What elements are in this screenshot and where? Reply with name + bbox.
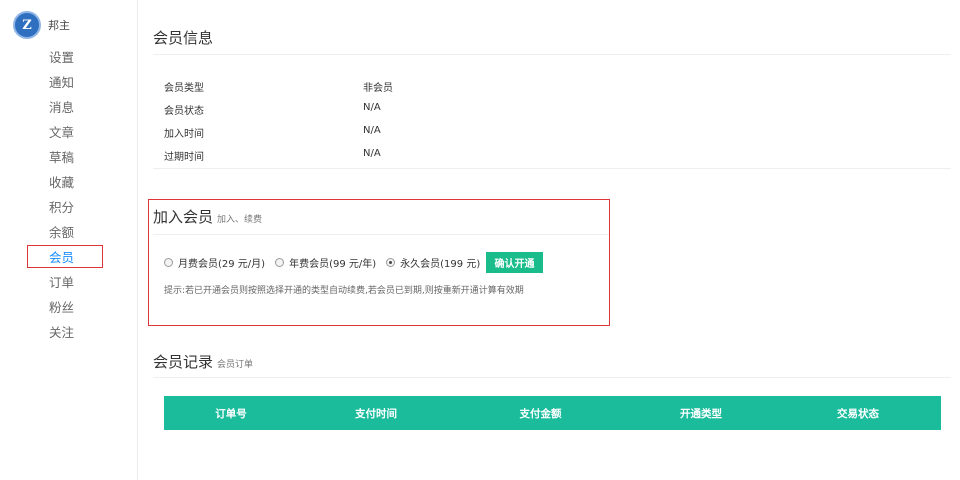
join-title-text: 加入会员 (153, 208, 214, 226)
col-pay-amount: 支付金额 (519, 407, 562, 420)
sidebar-item-settings[interactable]: 设置 (49, 45, 74, 70)
option-yearly-label: 年费会员(99 元/年) (289, 259, 377, 270)
join-time-label: 加入时间 (164, 129, 204, 140)
records-table-header: 订单号 支付时间 支付金额 开通类型 交易状态 (164, 396, 941, 430)
expire-time-value: N/A (363, 148, 381, 159)
option-monthly[interactable]: 月费会员(29 元/月) (164, 255, 265, 270)
col-trade-status: 交易状态 (837, 407, 879, 420)
sidebar-item-points[interactable]: 积分 (49, 195, 74, 220)
sidebar-item-favorites[interactable]: 收藏 (49, 170, 74, 195)
radio-yearly[interactable] (275, 258, 285, 267)
member-status-value: N/A (363, 102, 381, 113)
confirm-button[interactable]: 确认开通 (486, 252, 543, 273)
sidebar: Z 邦主 设置 通知 消息 文章 草稿 收藏 积分 余额 会员 订单 粉丝 关注 (0, 0, 138, 480)
sidebar-item-orders[interactable]: 订单 (49, 270, 74, 295)
option-lifetime-label: 永久会员(199 元) (400, 259, 481, 270)
join-time-value: N/A (363, 125, 381, 136)
divider (153, 377, 951, 378)
join-subtitle: 加入、续费 (217, 215, 263, 225)
option-yearly[interactable]: 年费会员(99 元/年) (275, 255, 376, 270)
member-info-title: 会员信息 (153, 29, 214, 47)
records-subtitle: 会员订单 (217, 360, 254, 370)
member-type-value: 非会员 (363, 83, 393, 94)
divider (153, 54, 951, 55)
option-lifetime[interactable]: 永久会员(199 元) (386, 255, 480, 270)
member-type-label: 会员类型 (164, 83, 204, 94)
member-status-label: 会员状态 (164, 106, 204, 117)
col-membership-type: 开通类型 (680, 407, 722, 420)
sidebar-item-following[interactable]: 关注 (49, 320, 74, 345)
col-pay-time: 支付时间 (355, 407, 397, 420)
divider (153, 168, 951, 169)
membership-options: 月费会员(29 元/月) 年费会员(99 元/年) 永久会员(199 元) (164, 255, 490, 270)
records-title-text: 会员记录 (153, 353, 214, 371)
join-title: 加入会员 加入、续费 (153, 206, 262, 227)
sidebar-item-balance[interactable]: 余额 (49, 220, 74, 245)
sidebar-item-articles[interactable]: 文章 (49, 120, 74, 145)
active-item-highlight (27, 245, 103, 268)
sidebar-item-messages[interactable]: 消息 (49, 95, 74, 120)
sidebar-nav: 设置 通知 消息 文章 草稿 收藏 积分 余额 会员 订单 粉丝 关注 (49, 45, 74, 345)
avatar[interactable]: Z (13, 11, 41, 39)
avatar-letter: Z (22, 17, 32, 33)
expire-time-label: 过期时间 (164, 152, 204, 163)
radio-monthly[interactable] (164, 258, 173, 267)
records-title: 会员记录 会员订单 (153, 351, 253, 372)
col-order-id: 订单号 (215, 407, 247, 420)
username[interactable]: 邦主 (48, 17, 70, 33)
option-monthly-label: 月费会员(29 元/月) (178, 259, 266, 270)
sidebar-item-followers[interactable]: 粉丝 (49, 295, 74, 320)
user-profile[interactable]: Z 邦主 (13, 11, 70, 39)
sidebar-item-notifications[interactable]: 通知 (49, 70, 74, 95)
radio-lifetime[interactable] (386, 258, 396, 267)
sidebar-item-drafts[interactable]: 草稿 (49, 145, 74, 170)
renewal-hint: 提示:若已开通会员则按照选择开通的类型自动续费,若会员已到期,则按重新开通计算有… (164, 286, 524, 296)
divider (153, 234, 609, 235)
